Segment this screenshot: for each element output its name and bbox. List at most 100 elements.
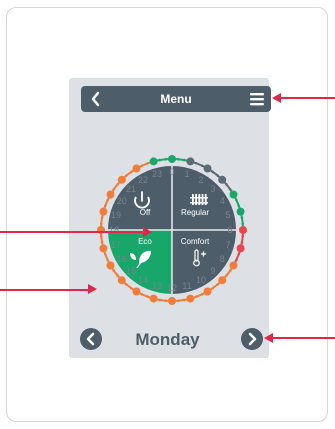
schedule-tick — [146, 161, 150, 165]
hour-dot[interactable] — [168, 297, 176, 305]
hour-dot[interactable] — [239, 226, 247, 234]
schedule-tick — [164, 299, 168, 303]
schedule-tick — [216, 283, 219, 286]
schedule-tick — [183, 298, 186, 302]
hour-label: 3 — [210, 183, 216, 194]
schedule-tick — [116, 274, 119, 277]
schedule-tick — [176, 299, 180, 303]
hour-dot[interactable] — [218, 175, 227, 184]
schedule-tick — [164, 157, 168, 161]
hour-label: 16 — [116, 254, 127, 264]
hour-label: 12 — [166, 283, 177, 293]
hour-label: 6 — [227, 225, 233, 235]
schedule-tick — [103, 204, 107, 208]
schedule-tick — [240, 241, 244, 244]
hour-dot[interactable] — [186, 294, 195, 303]
previous-day-button[interactable] — [80, 328, 102, 350]
hour-dot[interactable] — [168, 155, 176, 163]
schedule-tick — [140, 164, 144, 167]
chevron-left-icon — [86, 332, 95, 346]
schedule-tick — [225, 183, 228, 186]
schedule-tick — [125, 174, 128, 177]
schedule-tick — [216, 174, 219, 177]
hour-label: 8 — [219, 254, 225, 264]
schedule-tick — [99, 222, 103, 226]
hour-label: 14 — [137, 275, 148, 286]
next-day-button[interactable] — [241, 328, 263, 350]
schedule-tick — [200, 293, 204, 296]
schedule-tick — [228, 269, 232, 273]
hour-dot[interactable] — [203, 164, 212, 173]
hour-dot[interactable] — [149, 157, 158, 166]
hour-dot[interactable] — [132, 164, 141, 173]
hour-label: 18 — [108, 225, 119, 235]
hour-label: 23 — [151, 168, 162, 179]
hour-label: 17 — [110, 240, 121, 250]
hour-dot[interactable] — [236, 207, 245, 216]
schedule-tick — [200, 164, 204, 167]
schedule-tick — [99, 234, 103, 238]
hour-label: 15 — [125, 266, 136, 276]
hour-label: 5 — [225, 209, 231, 220]
hour-dot[interactable] — [236, 244, 245, 253]
schedule-tick — [100, 241, 104, 244]
schedule-tick — [225, 274, 228, 277]
hour-label: 21 — [125, 183, 136, 194]
schedule-tick — [237, 252, 241, 256]
schedule-tick — [103, 252, 107, 256]
schedule-tick — [235, 258, 238, 262]
hour-dot[interactable] — [99, 207, 108, 216]
schedule-tick — [237, 204, 241, 208]
hour-label: 11 — [182, 281, 192, 292]
schedule-tick — [125, 283, 128, 286]
schedule-tick — [112, 269, 116, 273]
schedule-tick — [106, 198, 109, 202]
schedule-tick — [194, 161, 198, 165]
schedule-tick — [241, 234, 245, 238]
schedule-tick — [158, 158, 161, 162]
hour-label: 20 — [116, 196, 127, 206]
schedule-tick — [183, 158, 186, 162]
hour-dot[interactable] — [229, 190, 238, 199]
hour-label: 10 — [195, 275, 206, 286]
hour-label: 4 — [219, 196, 225, 206]
hour-dot[interactable] — [132, 287, 141, 296]
chevron-right-icon — [248, 332, 257, 346]
schedule-tick — [112, 187, 116, 191]
schedule-tick — [106, 258, 109, 262]
schedule-tick — [140, 293, 144, 296]
schedule-tick — [241, 222, 245, 226]
hour-dot[interactable] — [218, 276, 227, 285]
schedule-tick — [228, 187, 232, 191]
hour-dot[interactable] — [186, 157, 195, 166]
radiator-icon — [190, 202, 208, 204]
mode-off-label: Off — [139, 208, 151, 217]
schedule-dial[interactable] — [0, 0, 335, 429]
schedule-tick — [176, 157, 180, 161]
hour-dot[interactable] — [149, 294, 158, 303]
hour-dot[interactable] — [203, 287, 212, 296]
schedule-tick — [240, 216, 244, 219]
radiator-icon — [190, 197, 208, 199]
hour-dot[interactable] — [229, 261, 238, 270]
schedule-tick — [158, 298, 161, 302]
mode-regular-label: Regular — [180, 208, 209, 217]
hour-dot[interactable] — [97, 226, 105, 234]
schedule-tick — [129, 286, 133, 290]
schedule-tick — [194, 295, 198, 299]
hour-dot[interactable] — [117, 276, 126, 285]
schedule-tick — [129, 170, 133, 174]
hour-label: 13 — [151, 281, 162, 292]
schedule-tick — [211, 170, 215, 174]
hour-dot[interactable] — [117, 175, 126, 184]
schedule-tick — [100, 216, 104, 219]
schedule-tick — [211, 286, 215, 290]
mode-eco-label: Eco — [138, 237, 152, 246]
hour-label: 7 — [225, 240, 231, 250]
schedule-tick — [116, 183, 119, 186]
schedule-tick — [235, 198, 238, 202]
hour-label: 0 — [169, 167, 175, 177]
hour-label: 19 — [110, 209, 121, 220]
mode-comfort-label: Comfort — [180, 237, 210, 246]
hour-dot[interactable] — [99, 244, 108, 253]
